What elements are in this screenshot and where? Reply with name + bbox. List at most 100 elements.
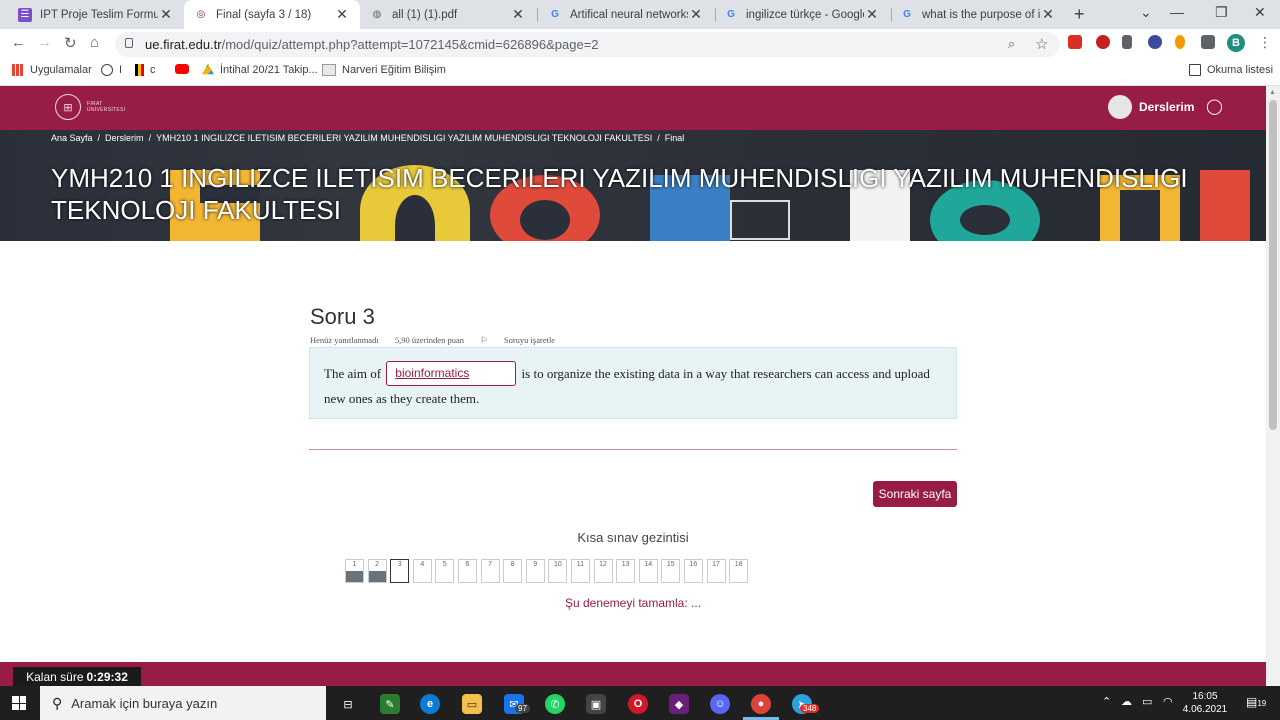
quiz-nav-button[interactable]: 17 [706,559,726,583]
breadcrumb-separator: / [148,133,152,143]
browser-tab[interactable]: ☰ İPT Proje Teslim Formu ✕ [8,0,184,29]
tray-chevron-icon[interactable]: ⌃ [1102,695,1111,708]
back-arrow-icon[interactable]: ← [11,34,26,51]
notification-count: 19 [1257,699,1267,708]
window-close-icon[interactable]: ✕ [1254,4,1266,21]
quiz-nav-button[interactable]: 12 [593,559,613,583]
quiz-nav-button[interactable]: 1 [345,559,364,583]
close-icon[interactable]: ✕ [688,6,704,23]
tab-title: all (1) (1).pdf [392,8,458,21]
taskbar-search[interactable]: ⚲ Aramak için buraya yazın [40,686,326,720]
maximize-icon[interactable]: ❐ [1215,4,1228,21]
close-icon[interactable]: ✕ [158,6,174,23]
store-icon[interactable]: ▣ [586,694,606,714]
wifi-icon[interactable]: ◠ [1163,695,1173,708]
close-icon[interactable]: ✕ [864,6,880,23]
opera-icon[interactable]: O [628,694,648,714]
discord-icon[interactable]: ☺ [710,694,730,714]
finish-attempt-link[interactable]: Şu denemeyi tamamla: ... [309,596,957,610]
quiz-nav-button[interactable]: 9 [525,559,545,583]
reload-icon[interactable]: ↻ [64,34,77,52]
profile-avatar[interactable]: B [1227,34,1245,52]
extension-icon[interactable] [1148,35,1162,49]
windows-start-icon[interactable] [12,696,26,710]
battery-icon[interactable]: ▭ [1142,695,1152,708]
zoom-icon[interactable]: ⌕ [1008,36,1015,52]
reading-list[interactable]: Okuma listesi [1189,64,1273,76]
quiz-nav-button[interactable]: 2 [367,559,387,583]
breadcrumb-course[interactable]: YMH210 1 INGILIZCE ILETISIM BECERILERI Y… [156,133,652,143]
notification-icon[interactable]: ▤19 [1246,695,1266,709]
university-seal-icon: ⊞ [55,94,81,120]
minimize-icon[interactable]: — [1170,4,1184,20]
bookmark-star-icon[interactable]: ☆ [1035,35,1048,53]
flag-question[interactable]: ⚐ Soruyu işaretle [480,335,569,345]
address-bar[interactable]: ue.firat.edu.tr/mod/quiz/attempt.php?att… [115,32,1060,57]
quiz-nav-button[interactable]: 3 [390,559,410,583]
message-icon[interactable]: ◯ [1206,97,1223,115]
quiz-nav-button[interactable]: 11 [570,559,590,583]
browser-tab-active[interactable]: ◎ Final (sayfa 3 / 18) ✕ [184,0,360,29]
quiz-nav-button[interactable]: 16 [683,559,703,583]
scroll-up-icon[interactable]: ▲ [1269,89,1276,96]
browser-tab[interactable]: G what is the purpose of is to ✕ [890,0,1066,29]
extension-icon[interactable] [1096,35,1110,49]
menu-kebab-icon[interactable]: ⋮ [1258,34,1272,51]
tab-search-icon[interactable]: ⌄ [1140,4,1152,21]
answer-input[interactable]: bioinformatics [386,361,517,387]
task-view-icon[interactable]: ⊟ [338,694,358,714]
browser-tab[interactable]: G Artifical neural networks co ✕ [538,0,714,29]
file-explorer-icon[interactable]: ▭ [462,694,482,714]
bookmark-item[interactable]: İntihal 20/21 Takip... [202,64,318,76]
chrome-icon[interactable]: ● [751,694,771,714]
quiz-nav-button[interactable]: 15 [661,559,681,583]
bookmark-item[interactable]: c [135,64,156,76]
quiz-nav-button[interactable]: 7 [480,559,500,583]
quiz-nav-button[interactable]: 10 [548,559,568,583]
onedrive-icon[interactable]: ☁ [1121,695,1132,708]
breadcrumb-home[interactable]: Ana Sayfa [51,133,93,143]
bookmark-item[interactable]: I [101,64,122,76]
extension-icon[interactable] [1175,35,1185,49]
close-icon[interactable]: ✕ [1040,6,1056,23]
breadcrumb-courses[interactable]: Derslerim [105,133,144,143]
mail-badge: 97 [515,704,530,713]
user-menu[interactable]: Derslerim [1108,95,1194,119]
question-points: 5,90 üzerinden puan [394,335,464,345]
site-logo[interactable]: ⊞ FIRAT ÜNİVERSİTESİ [55,94,125,120]
quiz-nav-button[interactable]: 13 [616,559,636,583]
browser-tab[interactable]: ◍ all (1) (1).pdf ✕ [360,0,536,29]
question-info: Henüz yanıtlanmadı 5,90 üzerinden puan ⚐… [310,335,583,346]
bookmark-item[interactable]: Narveri Eğitim Bilişim [322,64,446,76]
close-icon[interactable]: ✕ [334,6,350,23]
home-icon[interactable]: ⌂ [90,34,99,51]
new-tab-icon[interactable]: + [1074,4,1085,25]
quiz-nav-button[interactable]: 18 [729,559,749,583]
next-page-button[interactable]: Sonraki sayfa [873,481,957,507]
quiz-nav-button[interactable]: 8 [503,559,523,583]
taskbar-clock[interactable]: 16:05 4.06.2021 [1182,690,1228,716]
extension-icon[interactable] [1068,35,1082,49]
quiz-nav-button[interactable]: 5 [435,559,455,583]
forward-arrow-icon[interactable]: → [37,34,52,51]
browser-tab[interactable]: G ingilizce türkçe - Google Se ✕ [714,0,890,29]
bookmark-apps[interactable]: Uygulamalar [12,64,92,76]
puzzle-icon[interactable] [1201,35,1215,49]
whatsapp-icon[interactable]: ✆ [545,694,565,714]
question-text: The aim of bioinformatics is to organize… [324,361,944,411]
visual-studio-icon[interactable]: ◆ [669,694,689,714]
quiz-nav-button[interactable]: 14 [638,559,658,583]
timer-label: Kalan süre [26,670,84,684]
bookmark-item[interactable] [175,64,195,74]
close-icon[interactable]: ✕ [510,6,526,23]
quiz-nav-button[interactable]: 4 [412,559,432,583]
breadcrumb-final[interactable]: Final [665,133,685,143]
app-icon[interactable]: ✎ [380,694,400,714]
download-icon[interactable] [1122,35,1132,49]
reading-list-label: Okuma listesi [1207,64,1274,76]
edge-icon[interactable]: e [420,694,440,714]
scroll-thumb[interactable] [1269,100,1277,430]
timer-value: 0:29:32 [86,670,128,684]
page-scrollbar[interactable]: ▲ [1266,86,1280,686]
quiz-nav-button[interactable]: 6 [457,559,477,583]
